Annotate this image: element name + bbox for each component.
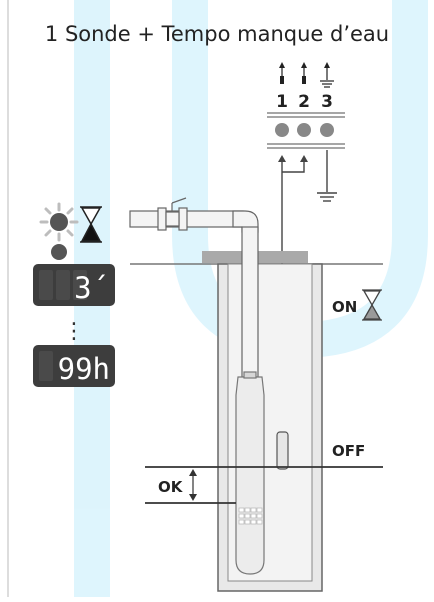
terminal-block: 1 2 3: [267, 62, 345, 149]
terminal-label-2: 2: [298, 92, 310, 112]
well: [217, 263, 323, 592]
ellipsis: ⋮: [63, 318, 85, 343]
terminal-screw-3: [320, 123, 334, 137]
page-title: 1 Sonde + Tempo manque d’eau: [44, 22, 390, 46]
terminal-screw-1: [275, 123, 289, 137]
display-timer-hours: 99h: [33, 345, 115, 387]
display-timer-minutes: 3´: [33, 264, 115, 306]
terminal-label-3: 3: [321, 92, 333, 112]
display-value-hours: 99h: [58, 352, 110, 386]
ok-dimension-arrow: [189, 469, 197, 501]
diagram-canvas: 1 2 3 OK ON OFF 3´ ⋮ 99h: [7, 0, 428, 600]
ok-label: OK: [158, 478, 184, 496]
wire-symbol-2: [301, 62, 307, 84]
ground-icon: [317, 192, 337, 202]
terminal-label-1: 1: [276, 92, 288, 112]
blinking-led-icon: [39, 202, 79, 260]
probe-icon: [276, 431, 289, 470]
ground-icon-top: [320, 62, 334, 88]
wire-symbol-1: [279, 62, 285, 84]
terminal-screw-2: [297, 123, 311, 137]
diagram: 1 2 3 OK ON OFF 3´ ⋮ 99h 1 Sonde + Tempo…: [0, 0, 434, 600]
off-label: OFF: [332, 442, 365, 460]
display-value-minutes: 3´: [74, 271, 109, 305]
on-label: ON: [332, 298, 357, 316]
pump-icon: [235, 371, 265, 575]
